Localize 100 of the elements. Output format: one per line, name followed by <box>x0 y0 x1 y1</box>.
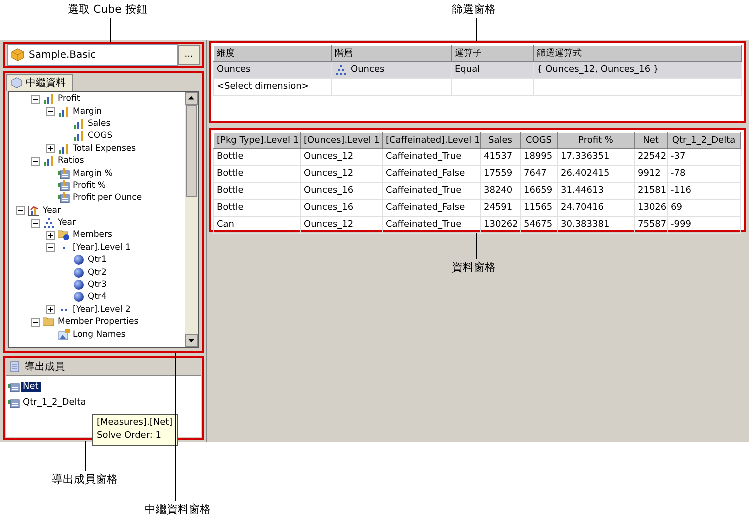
tree-item[interactable]: Members <box>73 230 112 240</box>
bar-chart-icon <box>58 142 70 155</box>
tree-item[interactable]: Qtr1 <box>88 255 107 266</box>
tree-item[interactable]: Qtr3 <box>88 280 107 290</box>
browse-button[interactable]: ... <box>178 45 200 65</box>
tree-item[interactable]: Margin % <box>73 168 113 179</box>
column-header: 運算子 <box>452 46 534 62</box>
tree-item[interactable]: [Year].Level 2 <box>73 304 131 315</box>
table-cell: 7647 <box>524 169 547 179</box>
cube-icon <box>11 77 23 89</box>
table-cell: Can <box>217 220 235 230</box>
cube-field[interactable]: Sample.Basic <box>7 44 178 66</box>
table-cell: 17.336351 <box>561 152 610 162</box>
expand-icon[interactable] <box>46 305 55 314</box>
column-header: 篩選運算式 <box>534 46 742 62</box>
scroll-up-icon[interactable] <box>185 92 198 105</box>
leader-line <box>85 441 86 471</box>
calculator-chart-icon <box>58 168 70 180</box>
scrollbar[interactable] <box>185 92 198 347</box>
tree-item[interactable]: Sales <box>88 118 111 129</box>
derived-member[interactable]: Qtr_1_2_Delta <box>21 398 88 408</box>
table-cell: 21581 <box>638 186 667 196</box>
table-cell: 41537 <box>484 152 513 162</box>
tree-item[interactable]: COGS <box>88 131 113 142</box>
table-cell: -37 <box>671 152 686 162</box>
tree-item[interactable]: Year <box>58 218 76 228</box>
collapse-icon[interactable] <box>16 206 25 216</box>
collapse-icon[interactable] <box>31 156 40 166</box>
tab-label: 中繼資料 <box>26 76 66 90</box>
ball-icon <box>73 279 85 292</box>
document-icon <box>9 361 21 373</box>
tree-item[interactable]: Ratios <box>58 156 84 166</box>
column-header: [Caffeinated].Level 1 <box>382 132 480 148</box>
table-cell: Ounces <box>217 65 251 75</box>
column-header: 階層 <box>332 46 452 62</box>
table-cell: 26.402415 <box>561 169 610 179</box>
tree-item[interactable]: Year <box>43 206 61 216</box>
tooltip-line: [Measures].[Net] <box>97 417 173 430</box>
tree-item[interactable]: Total Expenses <box>73 144 136 154</box>
table-cell: <Select dimension> <box>217 82 310 92</box>
column-header: Profit % <box>558 132 634 148</box>
collapse-icon[interactable] <box>31 218 40 228</box>
column-header: Sales <box>480 132 520 148</box>
tree-item[interactable]: Qtr4 <box>88 292 107 302</box>
expand-icon[interactable] <box>46 144 55 154</box>
tree-item[interactable]: Member Properties <box>58 317 139 328</box>
tree-item[interactable]: Profit per Ounce <box>73 193 142 204</box>
callout-label: 導出成員窗格 <box>52 472 118 487</box>
callout-label: 資料窗格 <box>452 260 496 275</box>
filter-row[interactable]: <Select dimension> <box>214 78 742 96</box>
table-cell: 9912 <box>638 169 661 179</box>
table-cell: Equal <box>455 65 480 75</box>
table-cell: 38240 <box>484 186 513 196</box>
table-cell: Bottle <box>217 152 244 162</box>
table-cell: 24.70416 <box>561 203 604 213</box>
scroll-thumb[interactable] <box>186 105 197 197</box>
collapse-icon[interactable] <box>46 107 55 116</box>
table-cell: 16659 <box>524 186 553 196</box>
collapse-icon[interactable] <box>31 94 40 104</box>
column-header: COGS <box>520 132 558 148</box>
leader-line <box>110 18 111 42</box>
pane-title: 導出成員 <box>25 360 65 374</box>
ball-icon <box>73 266 85 279</box>
table-cell: Ounces_12 <box>304 152 354 162</box>
table-cell: 130262 <box>484 220 518 230</box>
tree-item[interactable]: [Year].Level 1 <box>73 242 131 253</box>
collapse-icon[interactable] <box>46 243 55 252</box>
table-cell: 22542 <box>638 152 667 162</box>
table-cell: 18995 <box>524 152 553 162</box>
table-cell: Caffeinated_False <box>386 203 466 213</box>
table-cell: Bottle <box>217 169 244 179</box>
tree-item[interactable]: Profit <box>58 94 80 104</box>
derived-member[interactable]: Net <box>21 382 41 392</box>
tree-item[interactable]: Margin <box>73 106 102 117</box>
tree-item[interactable]: Profit % <box>73 180 106 191</box>
collapse-icon[interactable] <box>31 318 40 327</box>
bar-chart-icon <box>73 118 85 130</box>
table-cell: -116 <box>671 186 692 196</box>
expand-icon[interactable] <box>46 230 55 240</box>
column-header: Qtr_1_2_Delta <box>668 132 740 148</box>
bar-chart-icon <box>73 130 85 142</box>
scroll-down-icon[interactable] <box>185 334 198 347</box>
tree-item[interactable]: Long Names <box>73 330 126 340</box>
cube-name: Sample.Basic <box>29 50 96 60</box>
table-cell: Caffeinated_True <box>386 152 462 162</box>
table-cell: 13026 <box>638 203 667 213</box>
filter-row[interactable]: Ounces Ounces Equal { Ounces_12, Ounces_16 } <box>214 62 742 78</box>
tree-item[interactable]: Qtr2 <box>88 268 107 278</box>
table-cell: Ounces_12 <box>304 169 354 179</box>
callout-label: 選取 Cube 按鈕 <box>68 2 148 17</box>
metadata-tab[interactable]: 中繼資料 <box>6 74 73 91</box>
table-cell: Bottle <box>217 186 244 196</box>
table-cell: 24591 <box>484 203 513 213</box>
column-header: [Ounces].Level 1 <box>300 132 382 148</box>
table-cell: Bottle <box>217 203 244 213</box>
table-cell: Ounces_12 <box>304 220 354 230</box>
table-cell: Ounces_16 <box>304 203 354 213</box>
callout-label: 中繼資料窗格 <box>145 502 211 517</box>
table-cell: 11565 <box>524 203 553 213</box>
table-cell: Ounces_16 <box>304 186 354 196</box>
